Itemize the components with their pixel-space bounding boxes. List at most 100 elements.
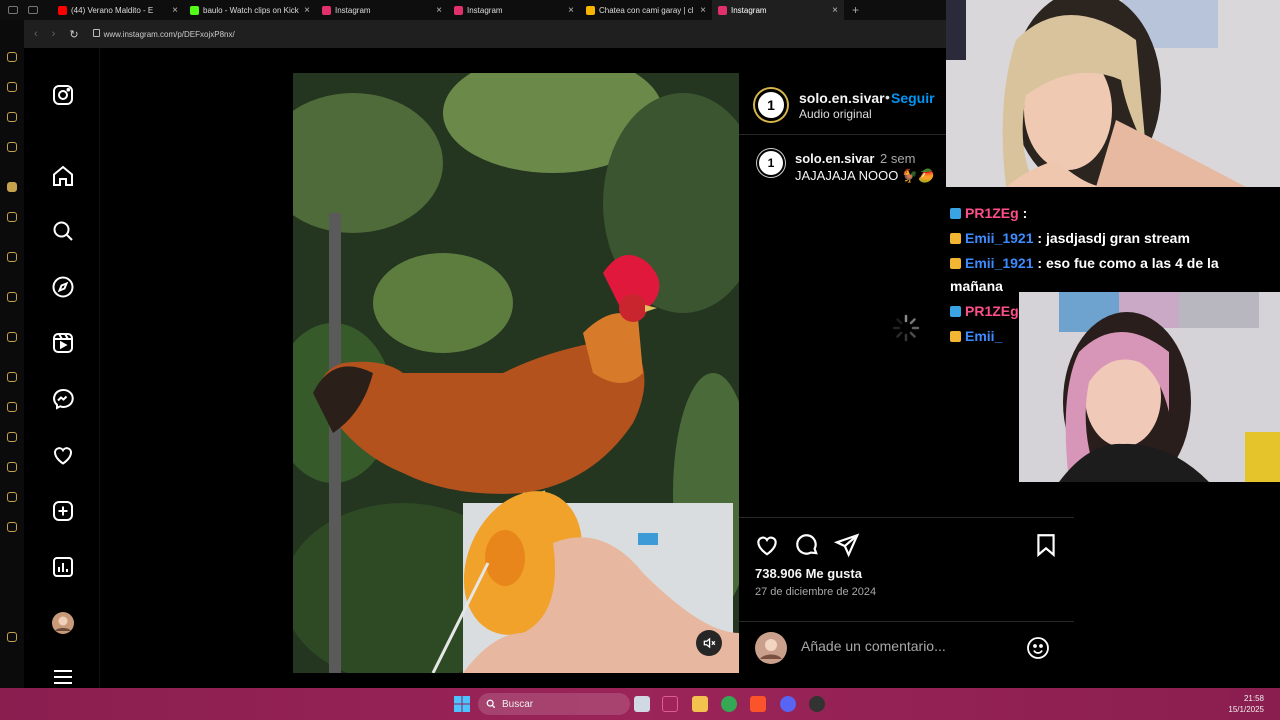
file-explorer-icon[interactable]	[692, 696, 708, 712]
chat-username: PR1ZEg	[965, 303, 1019, 319]
emoji-picker-icon[interactable]	[1026, 636, 1050, 660]
url-text: www.instagram.com/p/DEFxojxP8nx/	[103, 30, 235, 39]
sidebar-app-icon[interactable]	[7, 432, 17, 442]
clock-time: 21:58	[1243, 694, 1264, 703]
close-tab-icon[interactable]: ×	[568, 5, 574, 16]
chat-username: PR1ZEg	[965, 205, 1019, 221]
sidebar-app-icon[interactable]	[7, 252, 17, 262]
workspace-icon[interactable]	[8, 6, 18, 14]
sidebar-instagram-icon[interactable]	[7, 182, 17, 192]
close-tab-icon[interactable]: ×	[832, 5, 838, 16]
caption-text: JAJAJAJA NOOO 🐓🥭	[795, 168, 935, 183]
notifications-heart-icon[interactable]	[50, 442, 76, 468]
post-video[interactable]	[293, 73, 739, 673]
brave-app-icon[interactable]	[750, 696, 766, 712]
home-icon[interactable]	[50, 163, 76, 189]
sidebar-app-icon[interactable]	[7, 492, 17, 502]
browser-sidebar	[0, 20, 24, 688]
browser-tab[interactable]: (44) Verano Maldito - E ×	[52, 0, 184, 20]
profile-avatar[interactable]	[50, 610, 76, 636]
sidebar-x-icon[interactable]	[7, 292, 17, 302]
sidebar-app-icon[interactable]	[7, 82, 17, 92]
taskbar-search-label: Buscar	[502, 698, 534, 710]
sidebar-app-icon[interactable]	[7, 372, 17, 382]
share-send-icon[interactable]	[834, 532, 860, 558]
sidebar-heart-icon[interactable]	[7, 402, 17, 412]
caption-avatar[interactable]: 1	[757, 149, 785, 177]
opera-app-icon[interactable]	[662, 696, 678, 712]
chat-badge-icon	[950, 208, 961, 219]
browser-tab[interactable]: Chatea con cami garay | cl ×	[580, 0, 712, 20]
follow-button[interactable]: Seguir	[891, 90, 935, 106]
instagram-favicon-icon	[322, 5, 331, 15]
windows-start-icon[interactable]	[454, 696, 470, 712]
url-field[interactable]: www.instagram.com/p/DEFxojxP8nx/	[92, 29, 235, 39]
chat-message: PR1ZEg :	[950, 202, 1027, 225]
close-tab-icon[interactable]: ×	[304, 5, 310, 16]
chrome-app-icon[interactable]	[721, 696, 737, 712]
author-avatar[interactable]: 1	[755, 89, 787, 121]
webcam-overlay-main	[946, 0, 1280, 187]
sidebar-app-icon[interactable]	[7, 142, 17, 152]
more-menu-icon[interactable]	[50, 664, 76, 690]
comment-input[interactable]: Añade un comentario...	[801, 638, 946, 654]
obs-app-icon[interactable]	[809, 696, 825, 712]
sidebar-settings-icon[interactable]	[7, 522, 17, 532]
sidebar-app-icon[interactable]	[7, 332, 17, 342]
chat-badge-icon	[950, 258, 961, 269]
audio-link[interactable]: Audio original	[799, 107, 872, 121]
tab-title: Chatea con cami garay | cl	[599, 5, 694, 15]
sidebar-history-icon[interactable]	[7, 462, 17, 472]
likes-count[interactable]: 738.906 Me gusta	[755, 566, 862, 581]
browser-tab-bar: (44) Verano Maldito - E × baulo - Watch c…	[0, 0, 946, 20]
discord-app-icon[interactable]	[780, 696, 796, 712]
messenger-icon[interactable]	[50, 386, 76, 412]
explore-icon[interactable]	[50, 274, 76, 300]
user-avatar	[755, 632, 787, 664]
caption-username[interactable]: solo.en.sivar	[795, 151, 874, 166]
tab-title: Instagram	[467, 5, 503, 15]
sidebar-app-icon[interactable]	[7, 632, 17, 642]
new-tab-button[interactable]: +	[844, 3, 859, 17]
reels-icon[interactable]	[50, 330, 76, 356]
back-icon[interactable]: ‹	[34, 28, 38, 40]
sidebar-app-icon[interactable]	[7, 112, 17, 122]
sidebar-app-icon[interactable]	[7, 212, 17, 222]
kick-favicon-icon	[190, 5, 199, 15]
guest-webcam-image	[1019, 292, 1280, 482]
chat-badge-icon	[950, 306, 961, 317]
tab-title: (44) Verano Maldito - E	[71, 5, 154, 15]
browser-tab-active[interactable]: Instagram ×	[712, 0, 844, 20]
forward-icon[interactable]: ›	[52, 28, 56, 40]
post-date: 27 de diciembre de 2024	[755, 586, 877, 598]
tab-controls[interactable]	[0, 0, 52, 20]
chat-badge-icon	[950, 233, 961, 244]
close-tab-icon[interactable]: ×	[436, 5, 442, 16]
chat-username: Emii_	[965, 328, 1003, 344]
browser-tab[interactable]: baulo - Watch clips on Kick ×	[184, 0, 316, 20]
streamer-webcam-image	[946, 0, 1280, 187]
taskbar-search[interactable]: Buscar	[478, 693, 630, 715]
mute-button[interactable]	[696, 630, 722, 656]
close-tab-icon[interactable]: ×	[172, 5, 178, 16]
dashboard-icon[interactable]	[50, 554, 76, 580]
save-bookmark-icon[interactable]	[1033, 532, 1059, 558]
tab-list-icon[interactable]	[28, 6, 38, 14]
browser-tab[interactable]: Instagram ×	[316, 0, 448, 20]
task-view-icon[interactable]	[634, 696, 650, 712]
chat-favicon-icon	[586, 5, 595, 15]
tab-title: Instagram	[335, 5, 371, 15]
like-heart-icon[interactable]	[754, 532, 780, 558]
instagram-logo-icon[interactable]	[50, 82, 76, 108]
reload-icon[interactable]: ↻	[69, 28, 78, 41]
browser-tab[interactable]: Instagram ×	[448, 0, 580, 20]
search-icon[interactable]	[50, 218, 76, 244]
author-username[interactable]: solo.en.sivar	[799, 90, 885, 106]
separator-dot: •	[885, 89, 890, 105]
screen: (44) Verano Maldito - E × baulo - Watch c…	[0, 0, 1280, 720]
sidebar-app-icon[interactable]	[7, 52, 17, 62]
create-icon[interactable]	[50, 498, 76, 524]
comment-bubble-icon[interactable]	[794, 532, 820, 558]
system-clock[interactable]: 21:58 15/1/2025	[1228, 693, 1264, 715]
close-tab-icon[interactable]: ×	[700, 5, 706, 16]
